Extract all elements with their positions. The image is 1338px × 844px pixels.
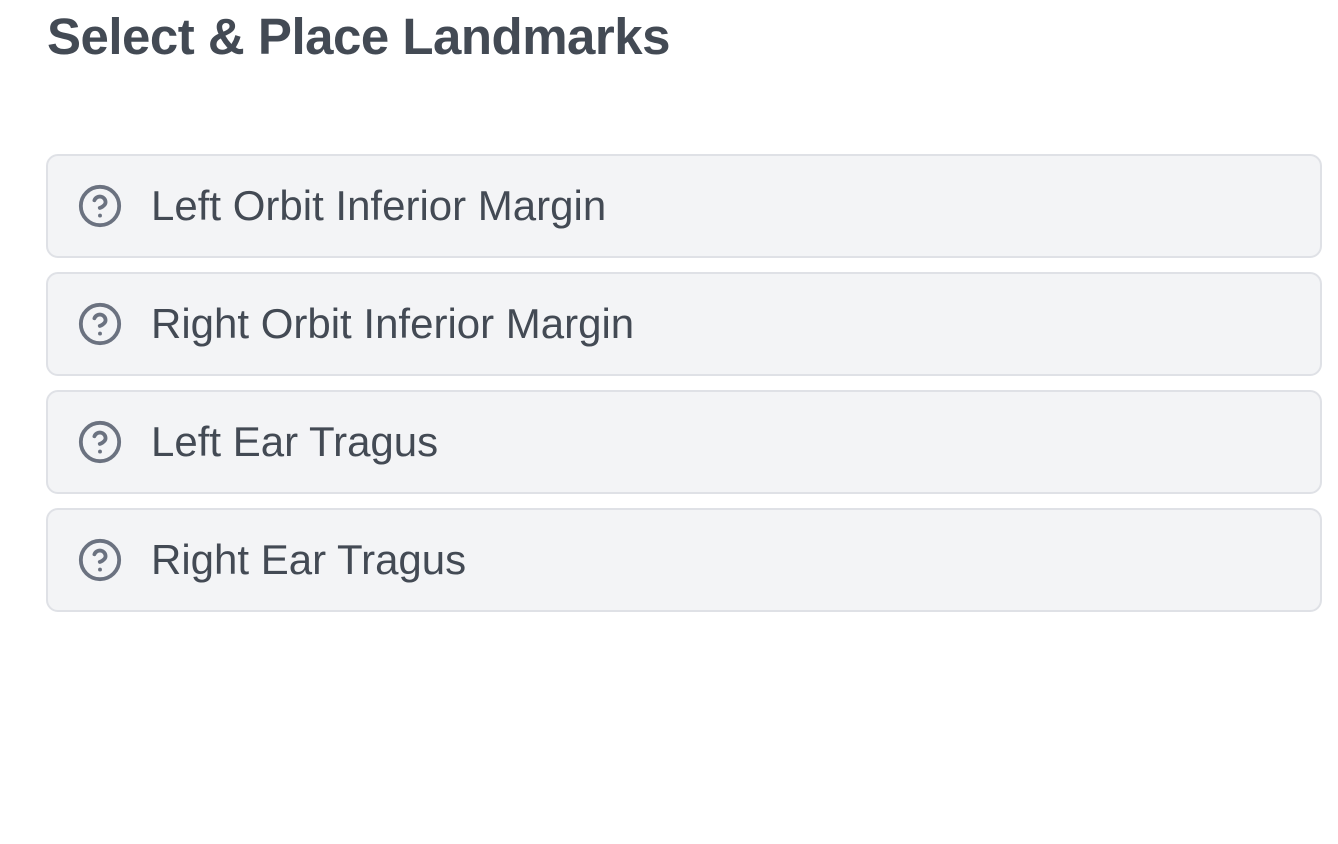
landmark-item-right-orbit-inferior-margin[interactable]: Right Orbit Inferior Margin — [46, 272, 1322, 376]
landmark-label: Left Orbit Inferior Margin — [151, 182, 607, 229]
landmark-label: Right Ear Tragus — [151, 536, 467, 583]
question-circle-icon — [77, 537, 123, 583]
landmark-selection-panel: Select & Place Landmarks Left Orbit Infe… — [0, 0, 1338, 844]
landmark-list: Left Orbit Inferior Margin Right Orbit I… — [46, 154, 1322, 626]
landmark-item-left-orbit-inferior-margin[interactable]: Left Orbit Inferior Margin — [46, 154, 1322, 258]
landmark-label: Left Ear Tragus — [151, 418, 439, 465]
question-circle-icon — [77, 183, 123, 229]
landmark-item-left-ear-tragus[interactable]: Left Ear Tragus — [46, 390, 1322, 494]
landmark-label: Right Orbit Inferior Margin — [151, 300, 635, 347]
question-circle-icon — [77, 419, 123, 465]
landmark-item-right-ear-tragus[interactable]: Right Ear Tragus — [46, 508, 1322, 612]
question-circle-icon — [77, 301, 123, 347]
page-title: Select & Place Landmarks — [47, 8, 671, 65]
